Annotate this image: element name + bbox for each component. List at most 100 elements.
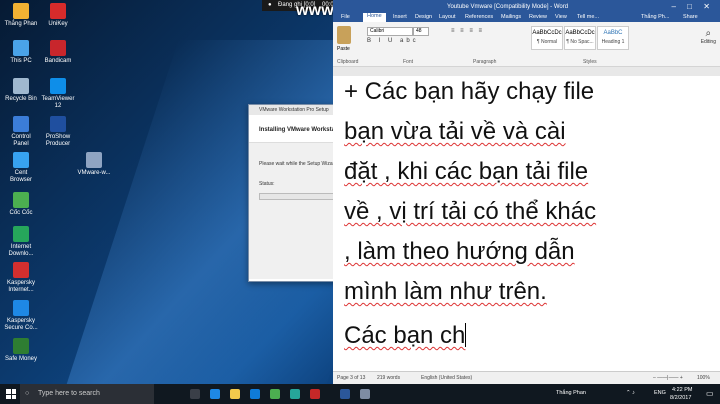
app-icon bbox=[13, 300, 29, 316]
desktop-icon-label: Kaspersky Secure Co... bbox=[4, 318, 38, 331]
word-user[interactable]: Thắng Ph... bbox=[641, 14, 669, 20]
style-no-spacing-preview: AaBbCcDc bbox=[565, 30, 595, 36]
app-icon bbox=[50, 116, 66, 132]
app-icon[interactable] bbox=[290, 389, 300, 399]
desktop-icon-label: VMware-w... bbox=[77, 170, 111, 176]
clock-time[interactable]: 4:22 PM bbox=[672, 387, 692, 393]
format-buttons[interactable]: B I U abc bbox=[367, 38, 419, 44]
tray-icons[interactable]: ⌃ ♪ bbox=[626, 390, 635, 396]
desktop-icon[interactable]: Safe Money bbox=[3, 338, 39, 363]
doc-typing-line: Các bạn ch bbox=[344, 322, 467, 349]
desktop-icon[interactable]: This PC bbox=[3, 40, 39, 65]
bandicam-taskbar-icon[interactable] bbox=[310, 389, 320, 399]
status-page[interactable]: Page 3 of 13 bbox=[337, 375, 365, 381]
search-icon: ○ bbox=[25, 390, 30, 397]
tab-references[interactable]: References bbox=[465, 14, 493, 20]
style-heading-1[interactable]: AaBbC Heading 1 bbox=[597, 26, 629, 50]
desktop-icon[interactable]: Kaspersky Secure Co... bbox=[3, 300, 39, 332]
tab-mailings[interactable]: Mailings bbox=[501, 14, 521, 20]
desktop-icon[interactable]: Internet Downlo... bbox=[3, 226, 39, 258]
taskbar-user[interactable]: Thắng Phan bbox=[556, 390, 586, 396]
vmware-taskbar-icon[interactable] bbox=[360, 389, 370, 399]
app-icon bbox=[13, 78, 29, 94]
desktop-icon[interactable]: TeamViewer 12 bbox=[40, 78, 76, 110]
font-name-box[interactable]: Calibri bbox=[367, 27, 413, 36]
record-dot-icon: ● bbox=[268, 2, 272, 8]
status-zoom[interactable]: 100% bbox=[697, 375, 710, 381]
desktop-icon[interactable]: UniKey bbox=[40, 3, 76, 28]
maximize-icon[interactable]: □ bbox=[687, 2, 692, 11]
desktop-icon[interactable]: ProShow Producer bbox=[40, 116, 76, 148]
tab-review[interactable]: Review bbox=[529, 14, 547, 20]
tell-me-box[interactable]: Tell me... bbox=[577, 14, 599, 20]
doc-line-2: bạn vừa tải về và cài bbox=[344, 118, 566, 145]
desktop-icon-label: Safe Money bbox=[4, 356, 38, 362]
style-normal-name: ¶ Normal bbox=[536, 39, 558, 45]
minimize-icon[interactable]: – bbox=[672, 2, 676, 11]
file-explorer-icon[interactable] bbox=[230, 389, 240, 399]
app-icon bbox=[50, 3, 66, 19]
doc-line-5: , làm theo hướng dẫn bbox=[344, 238, 575, 265]
desktop-icon[interactable]: Cent Browser bbox=[3, 152, 39, 184]
start-windows-icon[interactable] bbox=[6, 389, 16, 399]
style-no-spacing[interactable]: AaBbCcDc ¶ No Spac... bbox=[564, 26, 596, 50]
edge-icon[interactable] bbox=[210, 389, 220, 399]
style-normal[interactable]: AaBbCcDc ¶ Normal bbox=[531, 26, 563, 50]
word-title-bar[interactable]: Youtube Vmware [Compatibility Mode] - Wo… bbox=[333, 0, 720, 22]
clock-date[interactable]: 8/2/2017 bbox=[670, 395, 691, 401]
app-icon bbox=[13, 3, 29, 19]
app-icon bbox=[13, 226, 29, 242]
app-icon bbox=[13, 192, 29, 208]
editing-button[interactable]: ⌕ Editing bbox=[701, 28, 716, 45]
app-icon bbox=[13, 40, 29, 56]
vmware-body: Please wait while the Setup Wizard Statu… bbox=[249, 143, 339, 279]
desktop-icon[interactable]: Control Panel bbox=[3, 116, 39, 148]
status-language[interactable]: English (United States) bbox=[421, 375, 472, 381]
close-icon[interactable]: ✕ bbox=[703, 2, 710, 11]
language-indicator[interactable]: ENG bbox=[654, 390, 666, 396]
paste-label[interactable]: Paste bbox=[337, 46, 350, 52]
tab-design[interactable]: Design bbox=[415, 14, 432, 20]
taskbar-search-box[interactable]: ○ Type here to search bbox=[20, 384, 154, 404]
word-window[interactable]: Youtube Vmware [Compatibility Mode] - Wo… bbox=[333, 0, 720, 384]
desktop-icon[interactable]: VMware-w... bbox=[76, 152, 112, 177]
doc-line-6: mình làm như trên. bbox=[344, 278, 547, 305]
desktop-icon[interactable]: Kaspersky Internet... bbox=[3, 262, 39, 294]
tab-home[interactable]: Home bbox=[363, 13, 386, 22]
group-styles: Styles bbox=[583, 59, 597, 65]
desktop-icon-label: Cent Browser bbox=[9, 170, 32, 183]
desktop-icon[interactable]: Cốc Cốc bbox=[3, 192, 39, 217]
word-taskbar-icon[interactable] bbox=[340, 389, 350, 399]
tab-insert[interactable]: Insert bbox=[393, 14, 407, 20]
vmware-title-bar[interactable]: VMware Workstation Pro Setup bbox=[249, 105, 339, 115]
doc-line-4: về , vị trí tải có thể khác bbox=[344, 198, 597, 225]
desktop-icon[interactable]: Recycle Bin bbox=[3, 78, 39, 103]
notification-icon[interactable]: ▭ bbox=[706, 389, 714, 398]
document-page[interactable]: + Các bạn hãy chạy file bạn vừa tải về v… bbox=[333, 76, 720, 372]
desktop-icon-label: Kaspersky Internet... bbox=[6, 280, 35, 293]
find-icon: ⌕ bbox=[705, 28, 712, 39]
task-view-icon[interactable] bbox=[190, 389, 200, 399]
tab-layout[interactable]: Layout bbox=[439, 14, 456, 20]
desktop-icon[interactable]: Bandicam bbox=[40, 40, 76, 65]
tab-file[interactable]: File bbox=[341, 14, 350, 20]
font-size-box[interactable]: 48 bbox=[413, 27, 429, 36]
vmware-setup-window[interactable]: VMware Workstation Pro Setup Installing … bbox=[248, 104, 340, 282]
doc-line-1: + Các bạn hãy chạy file bbox=[344, 78, 595, 105]
taskbar: ○ Type here to search Thắng Phan ⌃ ♪ ENG… bbox=[0, 384, 720, 404]
store-icon[interactable] bbox=[250, 389, 260, 399]
share-button[interactable]: Share bbox=[683, 14, 698, 20]
style-no-spacing-name: ¶ No Spac... bbox=[566, 39, 594, 45]
desktop-icon-label: Bandicam bbox=[44, 58, 72, 64]
desktop-icon-label: Recycle Bin bbox=[5, 96, 37, 102]
tab-view[interactable]: View bbox=[555, 14, 567, 20]
zoom-slider[interactable]: – ——|—— + bbox=[653, 375, 683, 381]
desktop-icon-label: UniKey bbox=[48, 21, 68, 27]
desktop-icon[interactable]: Thắng Phan bbox=[3, 3, 39, 28]
browser-icon[interactable] bbox=[270, 389, 280, 399]
app-icon bbox=[13, 262, 29, 278]
paste-icon[interactable] bbox=[337, 26, 351, 44]
paragraph-buttons[interactable]: ≡ ≡ ≡ ≡ bbox=[451, 28, 484, 34]
status-words[interactable]: 219 words bbox=[377, 375, 400, 381]
vmware-heading: Installing VMware Workstation bbox=[249, 115, 339, 143]
